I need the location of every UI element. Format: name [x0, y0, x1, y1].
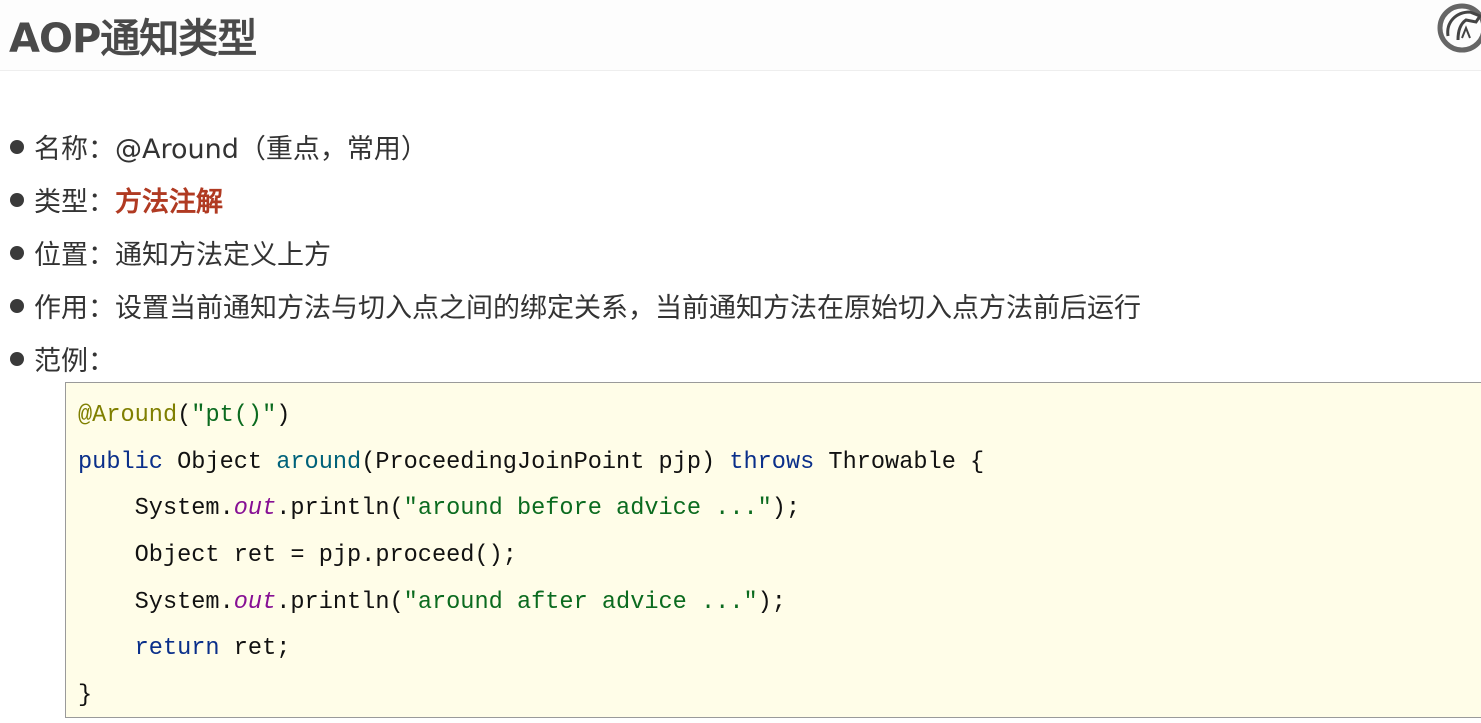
bullet-dot-icon: [10, 139, 24, 154]
bullet-name: 名称： @Around（重点，常用）: [10, 120, 1141, 173]
code-text: ret;: [219, 635, 291, 663]
bullet-value: 设置当前通知方法与切入点之间的绑定关系，当前通知方法在原始切入点方法前后运行: [115, 293, 1141, 324]
bullet-dot-icon: [10, 245, 24, 260]
code-text: System.: [78, 495, 234, 523]
bullet-type: 类型： 方法注解: [10, 173, 1141, 226]
code-text: (ProceedingJoinPoint pjp): [361, 448, 730, 476]
code-text: Throwable {: [814, 448, 985, 476]
code-line: System.out.println("around before advice…: [66, 486, 1481, 533]
code-keyword: return: [78, 635, 220, 663]
bullet-label: 名称：: [34, 134, 115, 165]
code-text: );: [757, 588, 786, 616]
bullet-dot-icon: [10, 192, 24, 207]
page-title: AOP通知类型: [9, 16, 257, 62]
bullet-value: @Around（重点，常用）: [115, 134, 428, 165]
code-line: return ret;: [66, 626, 1481, 673]
code-field: out: [233, 588, 277, 616]
code-line: System.out.println("around after advice …: [66, 580, 1481, 627]
code-method-name: around: [276, 448, 362, 476]
code-line: @Around("pt()"): [66, 393, 1481, 440]
code-text: Object: [162, 448, 277, 476]
horse-head-logo-icon: [1437, 3, 1481, 53]
slide-header: AOP通知类型: [0, 0, 1481, 71]
code-string: "around before advice ...": [403, 495, 772, 523]
code-text: System.: [78, 588, 234, 616]
code-string: "pt()": [191, 402, 277, 429]
code-text: );: [771, 495, 801, 523]
code-block: @Around("pt()") public Object around(Pro…: [65, 382, 1481, 718]
code-line: public Object around(ProceedingJoinPoint…: [66, 440, 1481, 487]
bullet-value: 通知方法定义上方: [115, 240, 331, 271]
bullet-value: 方法注解: [115, 187, 223, 218]
bullet-example: 范例：: [10, 332, 1141, 385]
code-keyword: public: [78, 448, 163, 476]
code-text: (: [177, 402, 192, 429]
code-annotation: @Around: [78, 402, 178, 429]
code-text: .println(: [276, 495, 404, 523]
code-text: }: [78, 682, 93, 710]
bullet-label: 类型：: [34, 187, 115, 218]
bullet-dot-icon: [10, 351, 24, 366]
code-string: "around after advice ...": [403, 588, 758, 616]
code-text: .println(: [276, 588, 404, 616]
bullet-label: 位置：: [34, 240, 115, 271]
bullet-label: 范例：: [34, 346, 115, 377]
code-text: Object ret = pjp.proceed();: [78, 542, 517, 570]
bullet-label: 作用：: [34, 293, 115, 324]
bullet-dot-icon: [10, 298, 24, 313]
bullet-position: 位置： 通知方法定义上方: [10, 226, 1141, 279]
bullet-list: 名称： @Around（重点，常用） 类型： 方法注解 位置： 通知方法定义上方 作用…: [10, 120, 1141, 385]
code-line: }: [66, 673, 1481, 720]
code-line: Object ret = pjp.proceed();: [66, 533, 1481, 580]
code-keyword: throws: [729, 448, 815, 476]
code-field: out: [233, 495, 277, 523]
bullet-function: 作用： 设置当前通知方法与切入点之间的绑定关系，当前通知方法在原始切入点方法前后运…: [10, 279, 1141, 332]
code-text: ): [276, 402, 291, 429]
